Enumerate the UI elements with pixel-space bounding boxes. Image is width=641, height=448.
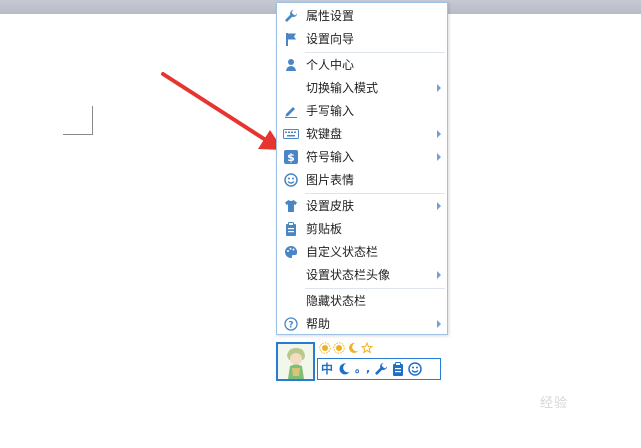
menu-item-label: 自定义状态栏 (306, 245, 379, 259)
menu-item-status-bar-avatar[interactable]: 设置状态栏头像 (277, 264, 447, 286)
sun-icon (333, 342, 345, 354)
menu-item-label: 图片表情 (306, 173, 355, 187)
moon-icon (349, 342, 358, 353)
moon-icon[interactable] (337, 362, 351, 376)
menu-item-emoticons[interactable]: 图片表情 (277, 169, 447, 191)
menu-item-label: 切换输入模式 (306, 81, 379, 95)
menu-item-custom-status-bar[interactable]: 自定义状态栏 (277, 241, 447, 263)
menu-item-label: 属性设置 (306, 9, 355, 23)
wrench-icon[interactable] (374, 362, 388, 376)
menu-item-hide-status-bar[interactable]: 隐藏状态栏 (277, 290, 447, 312)
user-icon (283, 57, 299, 73)
menu-item-label: 软键盘 (306, 127, 343, 141)
menu-item-skin[interactable]: 设置皮肤 (277, 195, 447, 217)
keyboard-icon (283, 126, 299, 142)
avatar-character-icon (278, 344, 313, 379)
menu-separator (305, 193, 445, 194)
menu-item-label: 设置皮肤 (306, 199, 355, 213)
svg-text:$: $ (287, 151, 295, 164)
menu-item-help[interactable]: ? 帮助 (277, 313, 447, 335)
menu-item-symbol-input[interactable]: $ 符号输入 (277, 146, 447, 168)
clipboard-icon (283, 221, 299, 237)
menu-item-label: 帮助 (306, 317, 331, 331)
menu-item-label: 设置状态栏头像 (306, 268, 391, 282)
dollar-icon: $ (283, 149, 299, 165)
watermark: 经验 (540, 396, 569, 411)
flag-icon (283, 31, 299, 47)
menu-item-switch-input-mode[interactable]: 切换输入模式 (277, 77, 447, 99)
input-mode-toggle[interactable]: 中 (321, 362, 333, 376)
smiley-icon[interactable] (408, 362, 422, 376)
status-bar-avatar[interactable] (276, 342, 315, 381)
svg-text:?: ? (288, 321, 293, 331)
help-icon: ? (283, 316, 299, 332)
shirt-icon (283, 198, 299, 214)
menu-item-label: 符号输入 (306, 150, 355, 164)
menu-item-label: 个人中心 (306, 58, 355, 72)
context-menu: 属性设置 设置向导 个人中心 切换输入模式 手写输入 软键盘 $ 符号输入 图片… (276, 2, 448, 335)
submenu-arrow-icon (437, 84, 441, 92)
submenu-arrow-icon (437, 130, 441, 138)
pen-icon (283, 103, 299, 119)
menu-item-label: 设置向导 (306, 32, 355, 46)
submenu-arrow-icon (437, 153, 441, 161)
menu-item-label: 手写输入 (306, 104, 355, 118)
palette-icon (283, 244, 299, 260)
menu-item-properties[interactable]: 属性设置 (277, 5, 447, 27)
menu-item-personal-center[interactable]: 个人中心 (277, 54, 447, 76)
menu-item-label: 剪贴板 (306, 222, 343, 236)
star-icon (361, 342, 373, 354)
wrench-icon (283, 8, 299, 24)
menu-item-clipboard[interactable]: 剪贴板 (277, 218, 447, 240)
menu-item-label: 隐藏状态栏 (306, 294, 367, 308)
menu-item-soft-keyboard[interactable]: 软键盘 (277, 123, 447, 145)
smiley-icon (283, 172, 299, 188)
menu-item-setup-wizard[interactable]: 设置向导 (277, 28, 447, 50)
input-status-bar: 中 。, (317, 358, 441, 380)
menu-separator (305, 52, 445, 53)
submenu-arrow-icon (437, 320, 441, 328)
submenu-arrow-icon (437, 271, 441, 279)
submenu-arrow-icon (437, 202, 441, 210)
sun-icon (319, 342, 331, 354)
menu-separator (305, 288, 445, 289)
punctuation-toggle[interactable]: 。, (355, 362, 370, 376)
menu-item-handwriting[interactable]: 手写输入 (277, 100, 447, 122)
clipboard-icon[interactable] (392, 362, 404, 376)
status-bar-indicators (319, 342, 373, 356)
